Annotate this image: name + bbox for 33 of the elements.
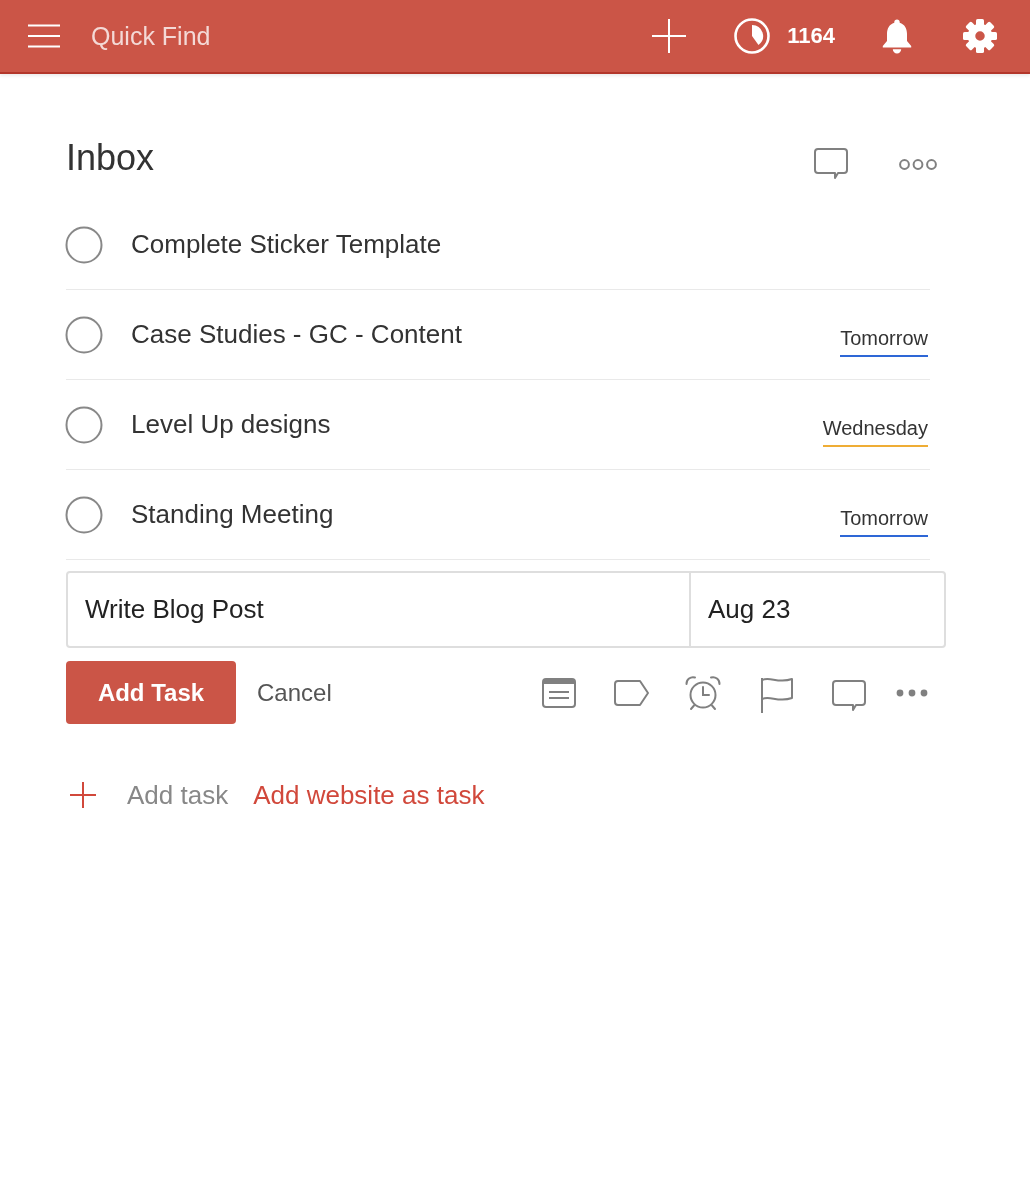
- add-task-button[interactable]: Add Task: [66, 661, 236, 724]
- cancel-button[interactable]: Cancel: [257, 678, 332, 707]
- menu-icon[interactable]: [28, 24, 60, 48]
- bell-icon[interactable]: [880, 18, 914, 54]
- task-title: Standing Meeting: [131, 499, 334, 530]
- pie-chart-icon[interactable]: [734, 18, 771, 54]
- due-date-field[interactable]: Aug 23: [691, 571, 946, 648]
- more-icon[interactable]: [899, 158, 937, 170]
- search-field[interactable]: Quick Find: [91, 20, 391, 52]
- karma-count[interactable]: 1164: [787, 23, 835, 49]
- add-task-link[interactable]: Add task: [127, 779, 229, 811]
- due-date-label[interactable]: Tomorrow: [840, 506, 928, 537]
- page-title: Inbox: [66, 137, 155, 179]
- task-checkbox[interactable]: [65, 225, 103, 264]
- task-name-field[interactable]: Write Blog Post: [66, 571, 691, 648]
- task-title: Case Studies - GC - Content: [131, 319, 462, 350]
- settings-icon[interactable]: [962, 18, 998, 54]
- flag-icon[interactable]: [760, 675, 794, 714]
- add-website-link[interactable]: Add website as task: [253, 779, 485, 811]
- task-title: Level Up designs: [131, 409, 331, 440]
- tag-icon[interactable]: [614, 679, 650, 706]
- due-date-label[interactable]: Tomorrow: [840, 326, 928, 357]
- comment-icon[interactable]: [832, 679, 866, 712]
- task-checkbox[interactable]: [65, 495, 103, 534]
- comment-icon[interactable]: [814, 148, 848, 180]
- task-checkbox[interactable]: [65, 405, 103, 444]
- more-icon[interactable]: [896, 688, 928, 697]
- due-date-label[interactable]: Wednesday: [822, 416, 928, 447]
- task-title: Complete Sticker Template: [131, 229, 442, 260]
- calendar-icon[interactable]: [542, 677, 576, 708]
- task-checkbox[interactable]: [65, 315, 103, 354]
- alarm-clock-icon[interactable]: [684, 674, 722, 711]
- plus-icon[interactable]: [70, 782, 96, 808]
